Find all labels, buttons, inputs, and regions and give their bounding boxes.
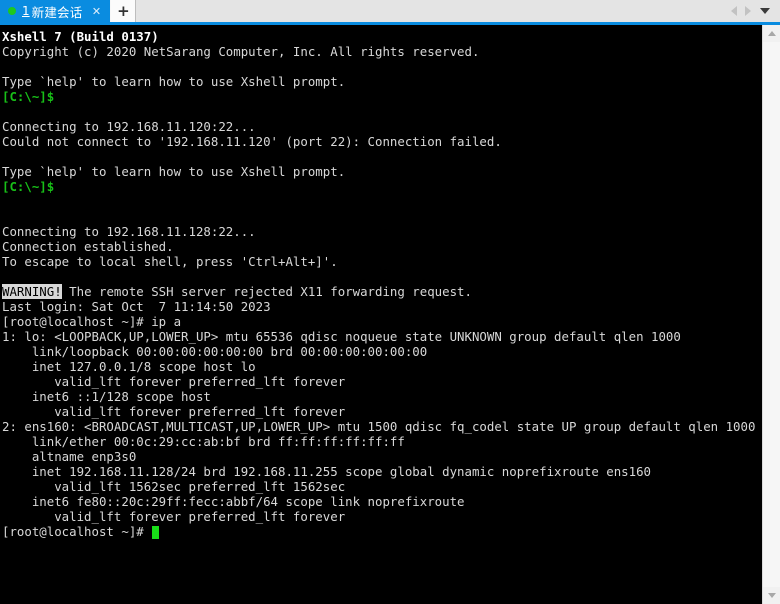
terminal-text: inet 192.168.11.128/24 brd 192.168.11.25… — [2, 464, 652, 479]
terminal-text: valid_lft forever preferred_lft forever — [2, 404, 346, 419]
terminal-text: Connecting to 192.168.11.120:22... — [2, 119, 256, 134]
terminal-line: Could not connect to '192.168.11.120' (p… — [2, 134, 762, 149]
terminal-line: link/loopback 00:00:00:00:00:00 brd 00:0… — [2, 344, 762, 359]
terminal-text: Last login: Sat Oct 7 11:14:50 2023 — [2, 299, 271, 314]
terminal-line: Connection established. — [2, 239, 762, 254]
tab-title-label: 新建会话 — [31, 4, 83, 20]
terminal-text: link/loopback 00:00:00:00:00:00 brd 00:0… — [2, 344, 428, 359]
terminal-line: Connecting to 192.168.11.120:22... — [2, 119, 762, 134]
terminal-text: 2: ens160: <BROADCAST,MULTICAST,UP,LOWER… — [2, 419, 756, 434]
terminal-text: altname enp3s0 — [2, 449, 137, 464]
terminal-line: inet 127.0.0.1/8 scope host lo — [2, 359, 762, 374]
close-icon[interactable]: ✕ — [90, 6, 102, 17]
terminal-line: Last login: Sat Oct 7 11:14:50 2023 — [2, 299, 762, 314]
chevron-right-icon — [745, 6, 751, 16]
text-cursor — [152, 526, 160, 539]
terminal-line: inet6 fe80::20c:29ff:fecc:abbf/64 scope … — [2, 494, 762, 509]
terminal-output[interactable]: Xshell 7 (Build 0137) Copyright (c) 2020 … — [0, 25, 762, 604]
scroll-up-button[interactable] — [763, 25, 780, 42]
terminal-line: valid_lft 1562sec preferred_lft 1562sec — [2, 479, 762, 494]
terminal-line: [root@localhost ~]# ip a — [2, 314, 762, 329]
terminal-line: 2: ens160: <BROADCAST,MULTICAST,UP,LOWER… — [2, 419, 762, 434]
terminal-line: Connecting to 192.168.11.128:22... — [2, 224, 762, 239]
tab-bar-empty-area — [136, 0, 728, 22]
terminal-active-prompt-line: [root@localhost ~]# — [2, 524, 762, 539]
chevron-left-icon — [731, 6, 737, 16]
arrow-up-icon — [767, 31, 776, 36]
terminal-line: 1: lo: <LOOPBACK,UP,LOWER_UP> mtu 65536 … — [2, 329, 762, 344]
terminal-text: To escape to local shell, press 'Ctrl+Al… — [2, 254, 338, 269]
terminal-scrollbar[interactable] — [762, 25, 780, 604]
terminal-text: valid_lft 1562sec preferred_lft 1562sec — [2, 479, 346, 494]
tab-scroll-left-button[interactable] — [728, 0, 740, 22]
terminal-text: inet6 fe80::20c:29ff:fecc:abbf/64 scope … — [2, 494, 465, 509]
session-tab[interactable]: 1 新建会话 ✕ — [0, 0, 111, 22]
tab-index-label: 1 — [22, 4, 30, 18]
new-tab-button[interactable]: + — [110, 0, 137, 22]
tab-bar-controls — [728, 0, 780, 22]
terminal-text: inet6 ::1/128 scope host — [2, 389, 211, 404]
terminal-text: valid_lft forever preferred_lft forever — [2, 509, 346, 524]
terminal-text: Xshell 7 (Build 0137) — [2, 29, 159, 44]
terminal-text: [root@localhost ~]# ip a — [2, 314, 182, 329]
terminal-text: Connecting to 192.168.11.128:22... — [2, 224, 256, 239]
terminal-text: link/ether 00:0c:29:cc:ab:bf brd ff:ff:f… — [2, 434, 405, 449]
terminal-text: The remote SSH server rejected X11 forwa… — [61, 284, 472, 299]
xshell-window: 1 新建会话 ✕ + Xshell 7 (Build 0137) Copyrigh… — [0, 0, 780, 604]
connection-status-dot-icon — [8, 7, 16, 15]
terminal-text: valid_lft forever preferred_lft forever — [2, 374, 346, 389]
terminal-line: To escape to local shell, press 'Ctrl+Al… — [2, 254, 762, 269]
terminal-line: valid_lft forever preferred_lft forever — [2, 509, 762, 524]
terminal-line: inet 192.168.11.128/24 brd 192.168.11.25… — [2, 464, 762, 479]
local-shell-prompt: [C:\~]$ — [2, 179, 55, 194]
terminal-line: link/ether 00:0c:29:cc:ab:bf brd ff:ff:f… — [2, 434, 762, 449]
scroll-down-button[interactable] — [763, 587, 780, 604]
warning-badge: WARNING! — [2, 284, 62, 299]
terminal-line: Type `help' to learn how to use Xshell p… — [2, 164, 762, 179]
terminal-text: Could not connect to '192.168.11.120' (p… — [2, 134, 502, 149]
tab-scroll-right-button[interactable] — [742, 0, 754, 22]
tab-list-menu-button[interactable] — [756, 0, 774, 22]
terminal-title-line: Xshell 7 (Build 0137) — [2, 29, 762, 44]
terminal-line: Type `help' to learn how to use Xshell p… — [2, 74, 762, 89]
terminal-line: inet6 ::1/128 scope host — [2, 389, 762, 404]
terminal-line: valid_lft forever preferred_lft forever — [2, 374, 762, 389]
terminal-text: 1: lo: <LOOPBACK,UP,LOWER_UP> mtu 65536 … — [2, 329, 681, 344]
terminal-prompt-line: [C:\~]$ — [2, 89, 762, 104]
terminal-text: Connection established. — [2, 239, 174, 254]
terminal-text: inet 127.0.0.1/8 scope host lo — [2, 359, 256, 374]
terminal-line: altname enp3s0 — [2, 449, 762, 464]
terminal-prompt-line: [C:\~]$ — [2, 179, 762, 194]
local-shell-prompt: [C:\~]$ — [2, 89, 55, 104]
terminal-area: Xshell 7 (Build 0137) Copyright (c) 2020 … — [0, 25, 780, 604]
tab-bar: 1 新建会话 ✕ + — [0, 0, 780, 22]
terminal-line: Copyright (c) 2020 NetSarang Computer, I… — [2, 44, 762, 59]
arrow-down-icon — [767, 593, 776, 598]
terminal-line: valid_lft forever preferred_lft forever — [2, 404, 762, 419]
scrollbar-track[interactable] — [762, 42, 780, 587]
terminal-text: Type `help' to learn how to use Xshell p… — [2, 164, 346, 179]
chevron-down-icon — [760, 8, 770, 14]
terminal-text: Type `help' to learn how to use Xshell p… — [2, 74, 346, 89]
shell-prompt: [root@localhost ~]# — [2, 524, 152, 539]
terminal-text: Copyright (c) 2020 NetSarang Computer, I… — [2, 44, 480, 59]
terminal-warning-line: WARNING! The remote SSH server rejected … — [2, 284, 762, 299]
